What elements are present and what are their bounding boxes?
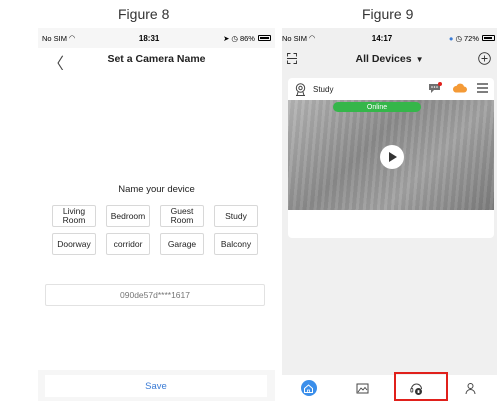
- name-prompt: Name your device: [118, 184, 195, 195]
- device-group-selector[interactable]: All Devices ▼: [356, 53, 424, 65]
- page-title: Set a Camera Name: [107, 53, 206, 65]
- set-camera-name-screen: No SIM ◠ 18:31 ➤ ◷ 86% 〈 Set a Camera Na…: [38, 28, 275, 401]
- battery-icon: [257, 35, 271, 41]
- tab-profile[interactable]: [450, 377, 490, 399]
- room-option-bedroom[interactable]: Bedroom: [106, 205, 150, 227]
- highlight-box: [394, 372, 448, 401]
- battery-percent: 72%: [463, 33, 479, 43]
- tab-home[interactable]: [289, 377, 329, 399]
- room-option-study[interactable]: Study: [214, 205, 258, 227]
- all-devices-screen: No SIM ◠ 14:17 ● ◷ 72% All Devices ▼ Stu…: [282, 28, 497, 401]
- device-name: Study: [313, 84, 334, 94]
- room-option-living-room[interactable]: Living Room: [52, 205, 96, 227]
- location-icon: ●: [448, 33, 454, 43]
- scan-icon[interactable]: [287, 53, 297, 64]
- room-option-garage[interactable]: Garage: [160, 233, 204, 255]
- carrier-label: No SIM: [282, 33, 308, 43]
- status-time: 18:31: [138, 33, 160, 43]
- figure-8-caption: Figure 8: [118, 6, 170, 22]
- add-icon[interactable]: [478, 52, 491, 65]
- room-option-corridor[interactable]: corridor: [106, 233, 150, 255]
- figure-9-caption: Figure 9: [362, 6, 414, 22]
- location-icon: ➤: [223, 33, 230, 43]
- battery-percent: 86%: [239, 33, 255, 43]
- alarm-icon: ◷: [231, 33, 238, 43]
- alarm-icon: ◷: [455, 33, 462, 43]
- cloud-icon[interactable]: [452, 83, 467, 93]
- save-button[interactable]: Save: [45, 375, 267, 397]
- live-preview[interactable]: Online: [288, 100, 494, 210]
- device-actions: [428, 82, 488, 94]
- profile-icon: [465, 382, 476, 394]
- play-icon[interactable]: [380, 145, 404, 169]
- status-time: 14:17: [371, 33, 393, 43]
- page-title: All Devices: [355, 53, 412, 65]
- carrier-label: No SIM: [42, 33, 68, 43]
- device-card-header: Study: [288, 78, 494, 100]
- device-card[interactable]: Study Online: [288, 78, 494, 238]
- room-options: Living Room Bedroom Guest Room Study Doo…: [52, 205, 260, 255]
- tab-gallery[interactable]: [343, 377, 383, 399]
- wifi-icon: ◠: [69, 35, 76, 42]
- bottom-tab-bar: [282, 375, 497, 401]
- wifi-icon: ◠: [309, 35, 316, 42]
- chevron-down-icon: ▼: [415, 54, 424, 64]
- room-option-doorway[interactable]: Doorway: [52, 233, 96, 255]
- menu-icon[interactable]: [477, 83, 488, 93]
- home-icon: [300, 380, 317, 396]
- nav-bar: 〈 Set a Camera Name: [38, 48, 275, 73]
- devices-header: All Devices ▼: [282, 48, 497, 70]
- camera-icon: [295, 82, 306, 96]
- battery-icon: [482, 35, 495, 41]
- room-option-guest-room[interactable]: Guest Room: [160, 205, 204, 227]
- gallery-icon: [356, 383, 369, 393]
- device-name-input[interactable]: [45, 284, 265, 306]
- status-badge: Online: [333, 102, 421, 112]
- status-bar: No SIM ◠ 18:31 ➤ ◷ 86%: [38, 28, 275, 48]
- message-icon[interactable]: [428, 82, 442, 94]
- status-bar: No SIM ◠ 14:17 ● ◷ 72%: [282, 28, 497, 48]
- room-option-balcony[interactable]: Balcony: [214, 233, 258, 255]
